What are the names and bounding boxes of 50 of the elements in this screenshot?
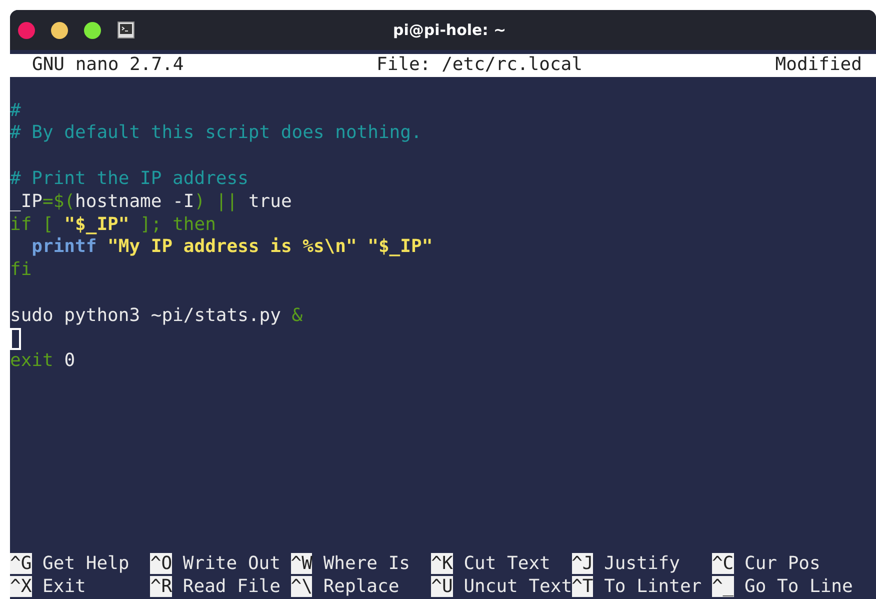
shortcut-label: Cut Text <box>464 553 550 574</box>
shortcut-label: Write Out <box>182 553 280 574</box>
shortcut-label: Justify <box>604 553 680 574</box>
code-text: _IP <box>10 190 43 212</box>
shortcut-key: ^U <box>431 576 453 598</box>
file-name: File: /etc/rc.local <box>376 54 582 77</box>
shortcut-key: ^X <box>10 576 32 598</box>
comment-text: # By default this script does nothing. <box>10 122 422 144</box>
shortcut-label: Go To Line <box>744 576 853 598</box>
code-text: true <box>248 190 292 212</box>
shortcut-key: ^O <box>150 553 172 574</box>
string-text: "$_IP" <box>64 214 130 235</box>
shortcut-label: Where Is <box>323 553 410 574</box>
comment-text: # Print the IP address <box>10 168 248 189</box>
code-text: sudo python3 ~pi/stats.py <box>10 304 282 326</box>
shortcut-key: ^C <box>712 553 734 574</box>
keyword-text: if [ <box>10 214 54 235</box>
shortcut-label: Exit <box>42 576 86 598</box>
shortcut-key: ^G <box>10 553 32 574</box>
shortcut-key: ^R <box>150 576 172 598</box>
command-text: printf <box>30 236 98 258</box>
shortcut-key: ^T <box>572 576 594 598</box>
string-text: "My IP address is %s\n" "$_IP" <box>108 236 433 258</box>
keyword-text: & <box>292 304 303 326</box>
keyword-text: exit <box>10 350 54 372</box>
shortcut-key: ^J <box>572 553 594 574</box>
keyword-text: ) || <box>194 190 239 212</box>
text-cursor <box>10 328 21 350</box>
shortcut-label: Get Help <box>42 553 130 574</box>
code-text: hostname -I <box>75 190 194 212</box>
minimize-button[interactable] <box>51 22 68 38</box>
terminal-icon <box>117 21 135 39</box>
code-text: 0 <box>63 350 76 372</box>
shortcut-label: Uncut Text <box>464 576 572 598</box>
app-version: GNU nano 2.7.4 <box>32 54 184 77</box>
maximize-button[interactable] <box>84 22 101 38</box>
window-title: pi@pi-hole: ~ <box>392 21 506 39</box>
shortcut-label: To Linter <box>604 576 702 598</box>
keyword-text: fi <box>10 259 32 280</box>
shortcut-key: ^\ <box>290 576 312 598</box>
shortcut-key: ^_ <box>712 576 734 598</box>
close-button[interactable] <box>18 22 35 38</box>
comment-text: # <box>10 100 21 121</box>
keyword-text: ]; then <box>139 214 216 235</box>
keyword-text: =$( <box>42 190 76 212</box>
modified-status: Modified <box>775 54 862 77</box>
shortcut-label: Replace <box>323 576 400 598</box>
shortcut-label: Read File <box>182 576 280 598</box>
shortcut-label: Cur Pos <box>744 553 820 574</box>
shortcut-key: ^K <box>431 553 453 574</box>
